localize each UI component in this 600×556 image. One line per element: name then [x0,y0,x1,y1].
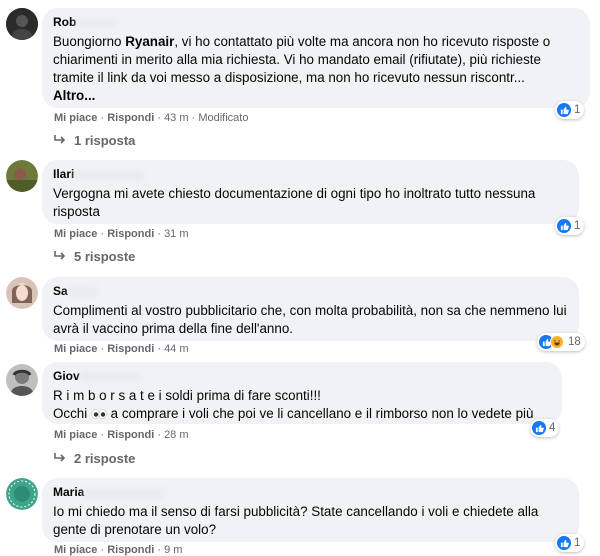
comment-author[interactable]: Ilari [53,167,568,182]
comment-time[interactable]: 44 m [164,343,188,355]
reaction-count: 18 [568,336,581,348]
reaction-summary[interactable]: 1 [555,217,585,235]
like-button[interactable]: Mi piace [54,544,97,556]
comment-text: Buongiorno Ryanair, vi ho contattato più… [53,34,551,103]
comment-text: Io mi chiedo ma il senso di farsi pubbli… [53,504,539,537]
reaction-count: 1 [574,220,581,232]
comment-author[interactable]: Maria [53,485,568,500]
comment-bubble: Rob Buongiorno Ryanair, vi ho contattato… [42,8,590,108]
comment-time[interactable]: 31 m [164,228,188,240]
reply-button[interactable]: Rispondi [107,544,154,556]
comment-actions: Mi piace · Rispondi · 43 m · Modificato [54,112,249,124]
avatar-photo [6,8,38,40]
comment-actions: Mi piace · Rispondi · 9 m [54,544,183,556]
reaction-count: 1 [574,537,581,549]
reply-button[interactable]: Rispondi [107,429,154,441]
reaction-summary[interactable]: 1 [555,534,585,552]
like-button[interactable]: Mi piace [54,343,97,355]
comment-text: R i m b o r s a t e i soldi prima di far… [53,388,534,421]
reply-button[interactable]: Rispondi [107,228,154,240]
comment-time[interactable]: 9 m [164,544,182,556]
eyes-emoji-icon [91,406,107,421]
avatar[interactable] [6,8,38,40]
reply-arrow-icon [54,133,68,148]
avatar[interactable] [6,277,38,309]
like-icon [532,421,546,435]
reaction-count: 1 [574,104,581,116]
reply-button[interactable]: Rispondi [107,112,154,124]
reply-arrow-icon [54,249,68,264]
comment-time[interactable]: 28 m [164,429,188,441]
reply-arrow-icon [54,451,68,466]
see-more-link[interactable]: Altro... [53,88,95,103]
comment-author[interactable]: Rob [53,15,579,30]
avatar-photo [6,478,38,510]
comment-actions: Mi piace · Rispondi · 28 m [54,429,189,441]
view-replies-link[interactable]: 2 risposte [54,451,135,466]
edited-label: Modificato [198,112,249,124]
comment-bubble: Sa Complimenti al vostro pubblicitario c… [42,277,579,341]
view-replies-link[interactable]: 1 risposta [54,133,135,148]
avatar-photo [6,277,38,309]
reaction-summary[interactable]: 4 [530,419,560,437]
like-button[interactable]: Mi piace [54,112,97,124]
comment-author[interactable]: Sa [53,284,568,299]
like-button[interactable]: Mi piace [54,429,97,441]
comment-actions: Mi piace · Rispondi · 44 m [54,343,189,355]
comment-text: Vergogna mi avete chiesto documentazione… [53,186,536,219]
comment-actions: Mi piace · Rispondi · 31 m [54,228,189,240]
reaction-summary[interactable]: 18 [537,333,585,351]
avatar[interactable] [6,364,38,396]
like-icon [557,219,571,233]
comment-author[interactable]: Giov [53,369,551,384]
haha-icon [550,335,564,349]
avatar-photo [6,364,38,396]
reaction-count: 4 [549,422,556,434]
comment-time[interactable]: 43 m [164,112,188,124]
reaction-summary[interactable]: 1 [555,101,585,119]
like-icon [557,536,571,550]
comment-text: Complimenti al vostro pubblicitario che,… [53,303,567,336]
avatar-photo [6,160,38,192]
avatar[interactable] [6,160,38,192]
view-replies-link[interactable]: 5 risposte [54,249,135,264]
comment-bubble: Ilari Vergogna mi avete chiesto document… [42,160,579,224]
like-button[interactable]: Mi piace [54,228,97,240]
like-icon [557,103,571,117]
comment-bubble: Maria Io mi chiedo ma il senso di farsi … [42,478,579,542]
comment-bubble: Giov R i m b o r s a t e i soldi prima d… [42,362,562,424]
reply-button[interactable]: Rispondi [107,343,154,355]
avatar[interactable] [6,478,38,510]
